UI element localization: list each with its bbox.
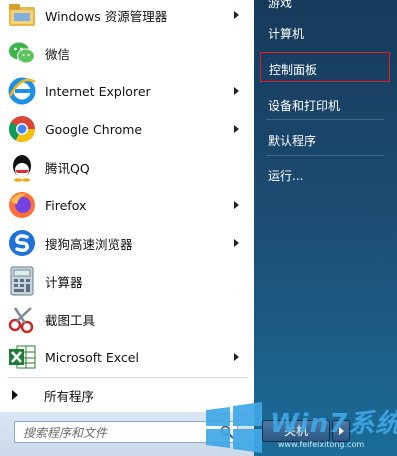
menu-item-label: 运行... (268, 169, 304, 183)
program-label: Windows 资源管理器 (45, 8, 168, 24)
snipping-tool-icon (6, 303, 38, 335)
menu-item-games[interactable]: 游戏 (260, 0, 390, 16)
program-list: Windows 资源管理器 微信 Internet Explorer Googl… (0, 0, 254, 380)
program-item-windows-explorer[interactable]: Windows 资源管理器 (0, 0, 254, 34)
menu-item-run[interactable]: 运行... (260, 159, 390, 189)
program-item-snipping-tool[interactable]: 截图工具 (0, 300, 254, 338)
submenu-arrow-icon[interactable] (234, 239, 239, 247)
watermark-url: www.feifeixitong.com (278, 440, 365, 449)
menu-item-label: 设备和打印机 (268, 99, 341, 113)
divider (266, 119, 384, 120)
program-item-internet-explorer[interactable]: Internet Explorer (0, 72, 254, 110)
program-label: 微信 (45, 46, 71, 62)
program-item-sogou-browser[interactable]: 搜狗高速浏览器 (0, 224, 254, 262)
program-label: Microsoft Excel (45, 349, 139, 365)
menu-item-default-programs[interactable]: 默认程序 (260, 124, 390, 154)
program-item-qq[interactable]: 腾讯QQ (0, 148, 254, 186)
firefox-icon (6, 189, 38, 221)
all-programs-label: 所有程序 (44, 388, 95, 404)
program-label: 搜狗高速浏览器 (45, 236, 133, 252)
submenu-arrow-icon[interactable] (234, 201, 239, 209)
excel-icon (6, 341, 38, 373)
submenu-arrow-icon[interactable] (234, 87, 239, 95)
calculator-icon (6, 265, 38, 297)
windows-logo-icon (206, 402, 262, 453)
program-item-firefox[interactable]: Firefox (0, 186, 254, 224)
wechat-icon (6, 37, 38, 69)
qq-icon (6, 151, 38, 183)
start-menu-left-pane: Windows 资源管理器 微信 Internet Explorer Googl… (0, 0, 254, 456)
menu-item-control-panel[interactable]: 控制面板 (260, 52, 390, 82)
program-label: Google Chrome (45, 121, 143, 137)
search-input[interactable] (21, 424, 215, 442)
program-item-calculator[interactable]: 计算器 (0, 262, 254, 300)
program-item-google-chrome[interactable]: Google Chrome (0, 110, 254, 148)
watermark-title: Win7系统 (270, 409, 397, 439)
submenu-arrow-icon[interactable] (234, 11, 239, 19)
menu-item-computer[interactable]: 计算机 (260, 17, 390, 47)
sogou-icon (6, 227, 38, 259)
chrome-icon (6, 113, 38, 145)
divider (8, 377, 248, 378)
program-label: Firefox (45, 197, 87, 213)
menu-item-label: 控制面板 (269, 63, 318, 77)
expand-arrow-icon (12, 390, 18, 400)
internet-explorer-icon (6, 75, 38, 107)
program-label: 截图工具 (45, 312, 96, 328)
program-item-wechat[interactable]: 微信 (0, 34, 254, 72)
program-label: 计算器 (45, 274, 83, 290)
watermark: Win7系统 www.feifeixitong.com (200, 398, 397, 456)
program-label: 腾讯QQ (45, 160, 90, 176)
submenu-arrow-icon[interactable] (234, 125, 239, 133)
menu-item-label: 默认程序 (268, 134, 317, 148)
program-item-excel[interactable]: Microsoft Excel (0, 338, 254, 376)
menu-item-devices-printers[interactable]: 设备和打印机 (260, 89, 390, 119)
menu-item-label: 游戏 (268, 0, 293, 10)
program-label: Internet Explorer (45, 83, 151, 99)
submenu-arrow-icon[interactable] (234, 353, 239, 361)
divider (266, 155, 384, 156)
menu-item-label: 计算机 (268, 27, 305, 41)
start-menu-right-pane: 游戏 计算机 控制面板 设备和打印机 默认程序 运行... 关机 (254, 0, 397, 456)
folder-icon (6, 0, 38, 31)
